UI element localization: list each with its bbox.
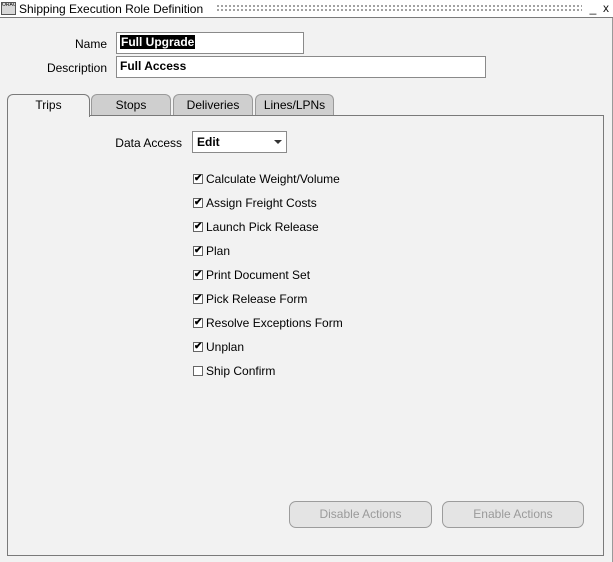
checkmark-icon[interactable]: ✔ — [193, 198, 203, 208]
checkbox-label: Assign Freight Costs — [206, 196, 317, 210]
checkmark-icon[interactable]: ✔ — [193, 318, 203, 328]
checkbox-label: Resolve Exceptions Form — [206, 316, 343, 330]
checkbox-label: Pick Release Form — [206, 292, 308, 306]
data-access-value: Edit — [197, 135, 220, 149]
enable-actions-button[interactable]: Enable Actions — [442, 501, 584, 528]
window-title: Shipping Execution Role Definition — [19, 2, 204, 16]
description-value: Full Access — [120, 59, 187, 73]
tab-trips[interactable]: Trips — [7, 94, 90, 117]
name-field[interactable]: Full Upgrade — [116, 32, 304, 54]
description-label: Description — [46, 61, 107, 75]
data-access-label: Data Access — [115, 136, 182, 150]
checkbox-label: Launch Pick Release — [206, 220, 319, 234]
tab-deliveries[interactable]: Deliveries — [173, 94, 253, 116]
close-icon[interactable]: x — [599, 1, 613, 16]
checkbox-label: Unplan — [206, 340, 245, 354]
name-label: Name — [74, 37, 107, 51]
role-definition-window: ORACLE Shipping Execution Role Definitio… — [0, 0, 613, 562]
tab-stops[interactable]: Stops — [91, 94, 171, 116]
chevron-down-icon — [274, 140, 282, 144]
tab-lines-lpns[interactable]: Lines/LPNs — [255, 94, 334, 116]
checkmark-icon[interactable]: ✔ — [193, 342, 203, 352]
checkmark-icon[interactable]: ✔ — [193, 174, 203, 184]
checkbox-label: Calculate Weight/Volume — [206, 172, 340, 186]
checkbox-label: Print Document Set — [206, 268, 311, 282]
disable-actions-button[interactable]: Disable Actions — [289, 501, 432, 528]
checkmark-icon[interactable]: ✔ — [193, 294, 203, 304]
title-bar-grip — [216, 4, 582, 13]
name-value: Full Upgrade — [120, 35, 196, 49]
description-field[interactable]: Full Access — [116, 56, 486, 78]
checkbox-label: Plan — [206, 244, 231, 258]
minimize-icon[interactable]: _ — [586, 1, 600, 16]
checkmark-icon[interactable]: ✔ — [193, 270, 203, 280]
checkbox-icon[interactable] — [193, 366, 203, 376]
data-access-select[interactable]: Edit — [192, 131, 287, 153]
oracle-app-icon: ORACLE — [1, 2, 16, 15]
checkbox-label: Ship Confirm — [206, 364, 276, 378]
title-bar[interactable]: ORACLE Shipping Execution Role Definitio… — [0, 0, 613, 18]
checkmark-icon[interactable]: ✔ — [193, 222, 203, 232]
checkmark-icon[interactable]: ✔ — [193, 246, 203, 256]
